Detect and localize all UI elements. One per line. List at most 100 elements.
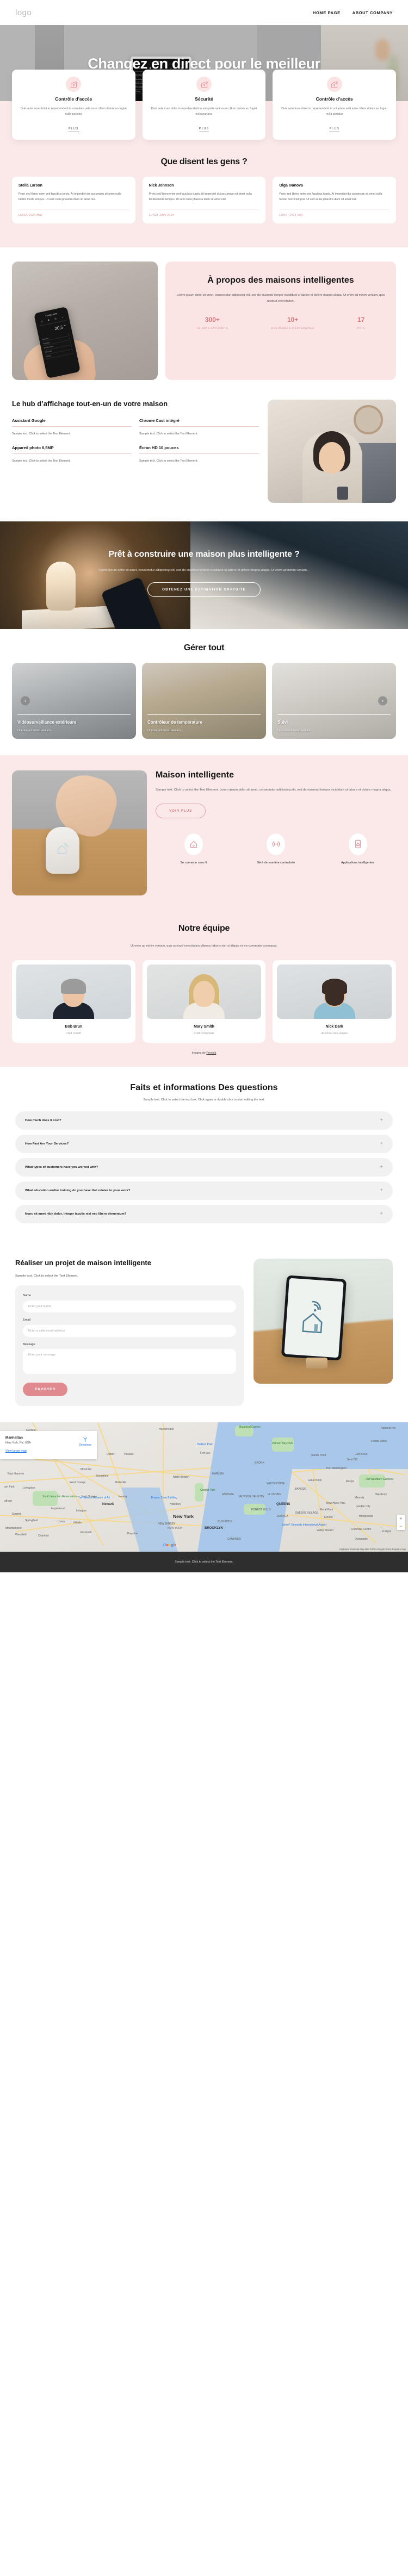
hub-feature: Écran HD 10 pouces Sample text. Click to… [139,445,259,464]
map-zoom-controls[interactable]: + − [397,1514,405,1530]
hub-content: Le hub d’affichage tout-en-un de votre m… [12,400,259,464]
hub-feature-text: Sample text. Click to select the Text El… [139,459,198,463]
credits-link[interactable]: Freepik [206,1051,216,1055]
feature-more-link[interactable]: PLUS [329,127,339,132]
power-icon: ⏻ [40,320,43,323]
plus-icon[interactable]: + [380,1118,383,1123]
main-nav: HOME PAGE ABOUT COMPANY [313,10,393,15]
feature-more-link[interactable]: PLUS [199,127,209,132]
map-label: BRONX [255,1461,264,1465]
tablet-stand-decor [306,1358,327,1369]
google-logo: Google [163,1543,177,1547]
smart-feature: Se connecte sans fil [156,833,232,866]
divider [12,453,132,454]
faq-item[interactable]: What types of customers have you worked … [15,1158,393,1177]
hair-decor [322,979,347,994]
feature-card[interactable]: Contrôle d'accès Duis aute irure dolor i… [273,70,397,140]
stat-item: 300+ CLIENTS SATISFAITS [197,316,228,331]
features-band: Contrôle d'accès Duis aute irure dolor i… [0,70,408,247]
home-wifi-glyph-icon [57,843,69,854]
map-label: Westfield [15,1533,27,1536]
faq-question: How Fast Are Your Services? [25,1142,69,1146]
nav-link-about-company[interactable]: ABOUT COMPANY [353,10,393,15]
voir-plus-button[interactable]: VOIR PLUS [156,803,206,818]
manage-card[interactable]: Vidéosurveillance extérieure Ut enim ad … [12,662,136,739]
map-label: Hudson Park [197,1442,213,1446]
map-label: Livingston [23,1486,35,1490]
plus-icon[interactable]: + [380,1165,383,1170]
email-input[interactable] [23,1324,236,1337]
hub-title: Le hub d’affichage tout-en-un de votre m… [12,399,168,408]
hub-feature-title: Appareil photo 6,5MP [12,445,54,450]
name-input[interactable] [23,1300,236,1312]
carousel-next-button[interactable]: › [378,696,387,706]
message-textarea[interactable] [23,1348,236,1374]
feature-card[interactable]: Sécurité Duis aute irure dolor in repreh… [142,70,266,140]
manage-card-title: Vidéosurveillance extérieure [17,720,77,725]
plus-icon[interactable]: + [380,1211,383,1217]
hub-feature-title: Chrome Cast intégré [139,418,180,423]
feature-card[interactable]: Contrôle d'accès Duis aute irure dolor i… [12,70,135,140]
map-label: Port Washington [326,1466,347,1470]
directions-icon [83,1437,87,1442]
smart-home-features: Se connecte sans fil Géré de manière cen… [156,833,396,866]
cta-estimate-button[interactable]: OBTENEZ UNE ESTIMATION GRATUITE [147,582,261,597]
nav-link-home-page[interactable]: HOME PAGE [313,10,341,15]
manage-carousel: ‹ Vidéosurveillance extérieure Ut enim a… [12,662,396,739]
manage-title: Gérer tout [183,643,225,652]
plus-icon[interactable]: + [380,1188,383,1193]
send-button[interactable]: ENVOYER [23,1382,68,1396]
manage-card[interactable]: Suivi Ut enim ad minim veniam [272,662,396,739]
map-label: Newark [102,1502,114,1506]
view-larger-map-link[interactable]: View larger map [5,1449,27,1453]
map-label: Fort Lee [200,1451,211,1455]
faq-item[interactable]: How much does it cost? + [15,1111,393,1130]
smart-home-wifi-icon [66,77,82,92]
feature-more-link[interactable]: PLUS [69,127,79,132]
map-label: FOREST HILLS [251,1508,271,1511]
map-directions-button[interactable]: Directions [79,1436,91,1447]
member-photo [16,965,131,1019]
map-label: Botanical Garden [239,1425,261,1429]
head-decor [193,981,215,1007]
mirror-decor [354,405,383,434]
manage-section: Gérer tout ‹ Vidéosurveillance extérieur… [0,629,408,755]
map-label: North Bergen [173,1475,189,1479]
map-label: Union [58,1520,65,1523]
plus-icon[interactable]: + [380,1141,383,1147]
smart-home-content: Maison intelligente Sample text. Click t… [156,770,396,866]
map-label: FLUSHING [268,1492,282,1496]
stat-number: 300+ [205,315,220,323]
member-role: Chef comptable [194,1032,214,1036]
team-title: Notre équipe [178,923,230,933]
testimonial-card: Stella Larson Proin sed libero enim sed … [12,177,135,223]
member-name: Bob Brun [65,1025,83,1029]
map-label: Irvington [76,1509,87,1513]
map-label: Hackensack [159,1427,174,1431]
smart-home-image [12,770,147,895]
zoom-in-button[interactable]: + [397,1515,405,1522]
map-label: Maplewood [51,1507,65,1510]
faq-item[interactable]: Nunc sit amet nibh dolor. Integer iaculi… [15,1205,393,1224]
stat-item: 17 PRIX [357,316,364,331]
phone-temperature: 20,5 ° [54,323,67,332]
manage-card[interactable]: Contrôleur de température Ut enim ad min… [142,662,266,739]
map-label: Rockville Centre [351,1527,372,1531]
divider [17,714,131,715]
zoom-out-button[interactable]: − [397,1522,405,1530]
carousel-prev-button[interactable]: ‹ [21,696,30,706]
faq-item[interactable]: How Fast Are Your Services? + [15,1135,393,1154]
faq-subtitle: Sample text. Click to select the text bo… [143,1098,265,1102]
map-section[interactable]: Manhattan New York, NY, USA View larger … [0,1422,408,1552]
testimonial-name: Stella Larson [18,184,42,188]
map-label: Locust Valley [371,1439,387,1443]
smart-home-wifi-icon [326,77,342,92]
site-logo[interactable]: logo [15,8,32,17]
site-footer: Sample text. Click to select the Text El… [0,1551,408,1572]
hub-feature: Chrome Cast intégré Sample text. Click t… [139,418,259,437]
faq-item[interactable]: What education and/or training do you ha… [15,1181,393,1200]
page-root: logo HOME PAGE ABOUT COMPANY Living room… [0,0,408,1572]
target-icon: ◎ [54,317,57,320]
map-label: Clifton [107,1452,115,1456]
faq-question: What types of customers have you worked … [25,1166,98,1169]
